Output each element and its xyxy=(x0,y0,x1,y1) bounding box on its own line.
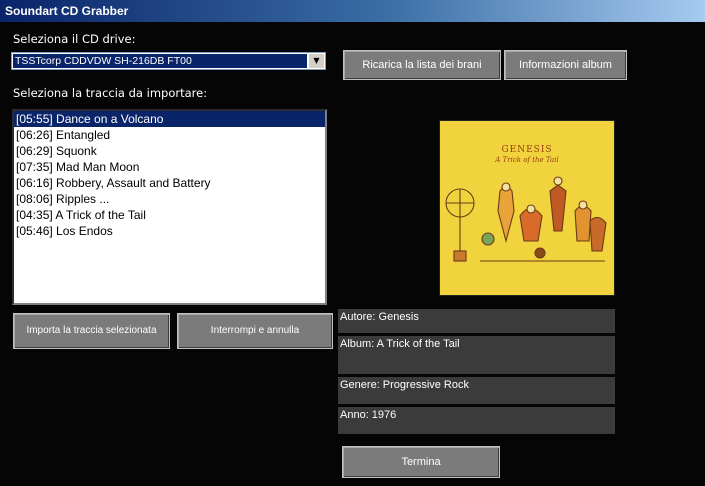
cancel-button[interactable]: Interrompi e annulla xyxy=(177,313,333,349)
track-item[interactable]: [06:29] Squonk xyxy=(14,143,325,159)
cd-drive-selected-value: TSSTcorp CDDVDW SH-216DB FT00 xyxy=(13,54,307,68)
album-cover-image: GENESIS A Trick of the Tail xyxy=(439,120,615,296)
track-item[interactable]: [05:46] Los Endos xyxy=(14,223,325,239)
reload-tracks-button[interactable]: Ricarica la lista dei brani xyxy=(343,50,501,80)
finish-button[interactable]: Termina xyxy=(342,446,500,478)
track-item[interactable]: [07:35] Mad Man Moon xyxy=(14,159,325,175)
track-item[interactable]: [06:16] Robbery, Assault and Battery xyxy=(14,175,325,191)
drive-label: Seleziona il CD drive: xyxy=(13,32,136,46)
app-window: Soundart CD Grabber Seleziona il CD driv… xyxy=(0,0,705,486)
track-item[interactable]: [04:35] A Trick of the Tail xyxy=(14,207,325,223)
track-item[interactable]: [05:55] Dance on a Volcano xyxy=(14,111,325,127)
import-track-button[interactable]: Importa la traccia selezionata xyxy=(13,313,170,349)
cover-band-text: GENESIS xyxy=(501,145,552,155)
genre-field: Genere: Progressive Rock xyxy=(338,377,615,404)
year-field: Anno: 1976 xyxy=(338,407,615,434)
author-field: Autore: Genesis xyxy=(338,309,615,333)
cd-drive-select[interactable]: TSSTcorp CDDVDW SH-216DB FT00 ▼ xyxy=(11,52,326,70)
cover-title-text: A Trick of the Tail xyxy=(494,156,558,164)
track-item[interactable]: [08:06] Ripples ... xyxy=(14,191,325,207)
album-field: Album: A Trick of the Tail xyxy=(338,336,615,374)
window-title: Soundart CD Grabber xyxy=(5,4,129,18)
title-bar[interactable]: Soundart CD Grabber xyxy=(0,0,705,22)
album-info-button[interactable]: Informazioni album xyxy=(504,50,627,80)
track-list[interactable]: [05:55] Dance on a Volcano [06:26] Entan… xyxy=(12,109,327,305)
track-item[interactable]: [06:26] Entangled xyxy=(14,127,325,143)
track-list-label: Seleziona la traccia da importare: xyxy=(13,86,208,100)
chevron-down-icon[interactable]: ▼ xyxy=(308,54,324,68)
